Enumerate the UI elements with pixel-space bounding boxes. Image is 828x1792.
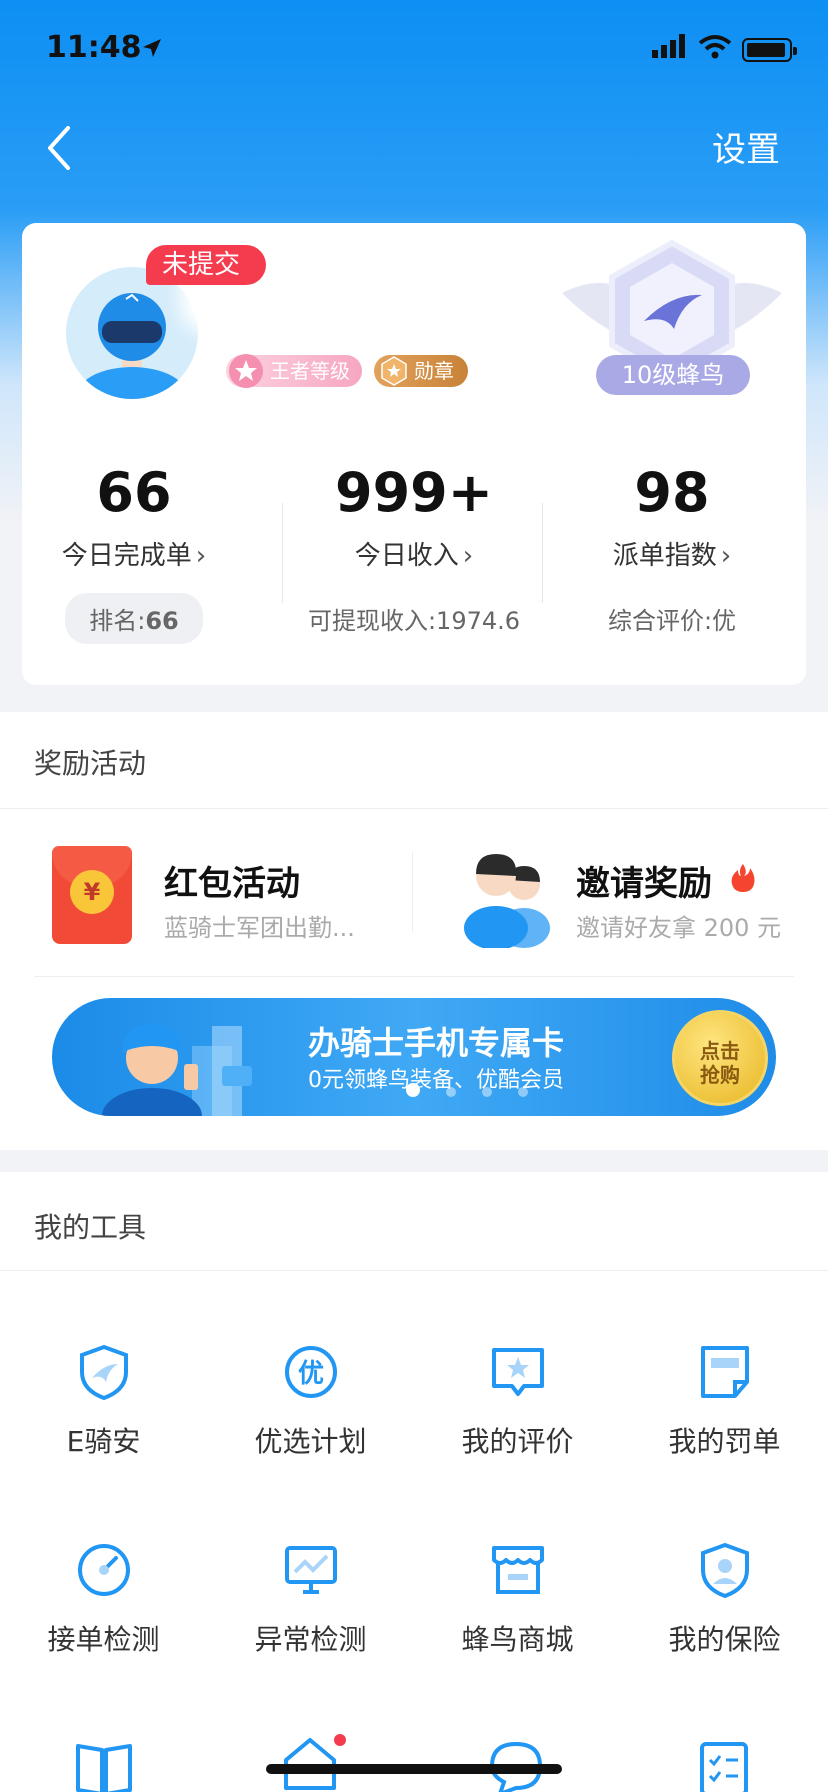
rider-avatar-icon <box>76 293 188 399</box>
preferred-icon: 优 <box>284 1346 337 1398</box>
tool-e-ride-safety[interactable]: E骑安 <box>0 1342 207 1460</box>
today-income-value: 999+ <box>335 461 493 524</box>
tool-my-insurance[interactable]: 我的保险 <box>621 1540 828 1658</box>
gauge-icon <box>77 1544 130 1596</box>
tools-section: 我的工具 E骑安 优 优选计划 我的评价 我的罚单 接单检测 异常检测 蜂鸟商城… <box>0 1172 828 1792</box>
divider <box>0 1270 828 1271</box>
tool-anomaly-check[interactable]: 异常检测 <box>207 1540 414 1658</box>
tool-my-fines[interactable]: 我的罚单 <box>621 1342 828 1460</box>
chevron-right-icon: › <box>462 541 474 571</box>
svg-text:优: 优 <box>297 1359 323 1389</box>
tool-order-check[interactable]: 接单检测 <box>0 1540 207 1658</box>
insurance-icon <box>700 1542 749 1599</box>
rank-sub: 排名:66 <box>4 593 264 644</box>
star-chat-icon <box>491 1348 544 1396</box>
rewards-section-title: 奖励活动 <box>34 747 147 780</box>
buy-now-button[interactable]: 点击 抢购 <box>672 1010 768 1106</box>
rank-pill: 排名:66 <box>65 593 203 644</box>
carousel-dot[interactable] <box>446 1087 456 1097</box>
invite-reward-title: 邀请奖励 <box>576 864 712 904</box>
status-tag[interactable]: 未提交 <box>146 245 267 285</box>
shield-bird-icon <box>79 1344 128 1401</box>
rank-label: 10级蜂鸟 <box>596 355 750 395</box>
stat-dispatch-index[interactable]: 98 派单指数 › <box>542 463 802 572</box>
tool-my-ratings[interactable]: 我的评价 <box>414 1342 621 1460</box>
overall-rating: 综合评价:优 <box>607 607 737 635</box>
fire-icon <box>731 864 755 892</box>
red-packet-title: 红包活动 <box>164 864 300 904</box>
divider <box>0 808 828 809</box>
home-icon[interactable] <box>280 1732 340 1792</box>
withdrawable-income: 可提现收入:1974.6 <box>307 607 521 635</box>
carousel-dot[interactable] <box>406 1083 420 1097</box>
profile-card: 未提交 王者等级 勋章 10级蜂鸟 66 今日完成单 › 999+ 今日收入 › 9… <box>22 223 806 685</box>
divider <box>412 852 413 932</box>
tool-preferred-plan[interactable]: 优 优选计划 <box>207 1342 414 1460</box>
chevron-right-icon: › <box>720 541 732 571</box>
store-icon <box>491 1546 544 1594</box>
back-chevron-icon[interactable] <box>40 120 80 176</box>
wifi-icon <box>698 35 732 59</box>
invite-friends-icon <box>464 854 550 948</box>
red-packet-icon: ¥ <box>52 846 132 944</box>
completed-orders-label: 今日完成单 <box>61 541 192 571</box>
settings-link[interactable]: 设置 <box>712 122 780 171</box>
dispatch-index-label: 派单指数 <box>612 541 717 571</box>
carousel-dots[interactable] <box>406 1082 554 1101</box>
ticket-icon <box>700 1346 749 1398</box>
stat-completed-orders[interactable]: 66 今日完成单 › <box>4 463 264 572</box>
today-income-label: 今日收入 <box>354 541 459 571</box>
location-arrow-icon <box>143 39 161 57</box>
battery-icon <box>742 38 797 62</box>
signal-icon <box>652 34 685 58</box>
chevron-right-icon: › <box>195 541 207 571</box>
avatar[interactable] <box>66 267 198 399</box>
star-medal-icon <box>229 354 263 388</box>
monitor-chart-icon <box>284 1546 337 1594</box>
dispatch-index-value: 98 <box>634 461 710 524</box>
carousel-dot[interactable] <box>482 1087 492 1097</box>
invite-reward-subtitle: 邀请好友拿 200 元 <box>576 914 782 942</box>
stat-today-income[interactable]: 999+ 今日收入 › <box>284 463 544 572</box>
sim-card-banner[interactable]: 办骑士手机专属卡 0元领蜂鸟装备、优酷会员 点击 抢购 <box>52 998 776 1116</box>
tool-fengniao-mall[interactable]: 蜂鸟商城 <box>414 1540 621 1658</box>
banner-title: 办骑士手机专属卡 <box>308 1024 565 1062</box>
status-bar: 11:48 <box>0 0 828 100</box>
tools-section-title: 我的工具 <box>34 1211 147 1244</box>
carousel-dot[interactable] <box>518 1087 528 1097</box>
notification-dot <box>334 1734 346 1746</box>
rider-illustration-icon <box>102 1024 252 1116</box>
status-time: 11:48 <box>46 30 142 65</box>
rewards-section: 奖励活动 ¥ 红包活动 蓝骑士军团出勤... 邀请奖励 邀请好友拿 200 元 <box>0 712 828 1150</box>
medal-icon <box>381 356 407 386</box>
red-packet-subtitle: 蓝骑士军团出勤... <box>164 914 355 942</box>
stat-divider <box>282 503 283 603</box>
divider <box>34 976 794 977</box>
home-indicator <box>266 1764 562 1774</box>
checklist-icon[interactable] <box>694 1738 754 1792</box>
book-icon[interactable] <box>74 1738 134 1792</box>
completed-orders-value: 66 <box>96 461 172 524</box>
